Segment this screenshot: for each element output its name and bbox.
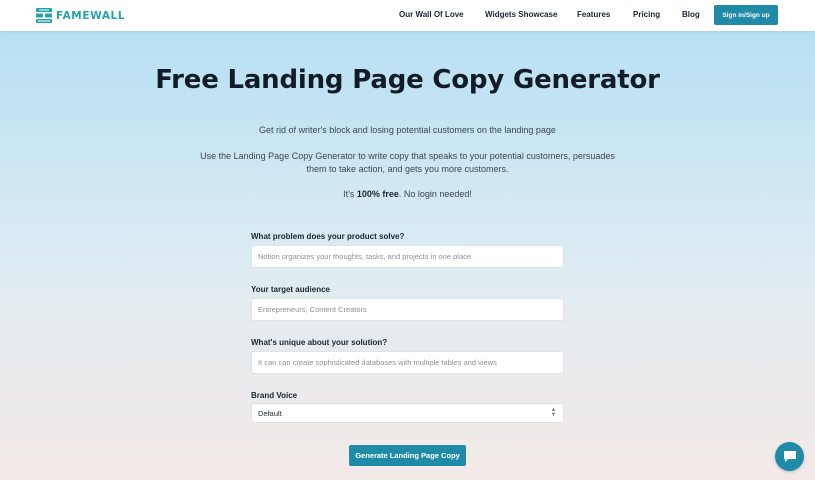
signin-button[interactable]: Sign in/Sign up (714, 5, 778, 25)
famewall-logo[interactable]: FAMEWALL (36, 8, 125, 23)
free-note-bold: 100% free (356, 189, 399, 199)
nav-link-pricing[interactable]: Pricing (633, 10, 660, 19)
hero-description-line2: them to take action, and gets you more c… (306, 164, 509, 174)
unique-label: What's unique about your solution? (251, 338, 388, 347)
audience-label: Your target audience (251, 285, 330, 294)
chat-icon (783, 451, 796, 462)
hero-description: Use the Landing Page Copy Generator to w… (0, 150, 815, 176)
famewall-logo-icon (36, 8, 52, 23)
unique-input[interactable] (251, 351, 564, 374)
hero-subtitle: Get rid of writer's block and losing pot… (259, 125, 556, 135)
brand-voice-label: Brand Voice (251, 391, 298, 400)
generate-copy-button[interactable]: Generate Landing Page Copy (349, 445, 466, 466)
audience-input[interactable] (251, 298, 564, 321)
chevron-updown-icon: ▲ ▼ (550, 407, 557, 418)
hero-description-line1: Use the Landing Page Copy Generator to w… (200, 151, 615, 161)
free-note: It's 100% free. No login needed! (0, 188, 815, 201)
brand-voice-select[interactable]: Default ▲ ▼ (251, 403, 564, 423)
free-note-suffix: . No login needed! (398, 189, 472, 199)
nav-link-widgets-showcase[interactable]: Widgets Showcase (485, 10, 557, 19)
problem-label: What problem does your product solve? (251, 232, 405, 241)
logo-text: FAMEWALL (56, 9, 126, 22)
brand-voice-value: Default (258, 408, 282, 418)
page-title: Free Landing Page Copy Generator (155, 65, 660, 95)
problem-input[interactable] (251, 245, 564, 268)
nav-link-wall-of-love[interactable]: Our Wall Of Love (399, 10, 464, 19)
chat-widget-button[interactable] (775, 442, 804, 471)
nav-link-blog[interactable]: Blog (682, 10, 700, 19)
free-note-prefix: It's (343, 189, 357, 199)
nav-link-features[interactable]: Features (577, 10, 610, 19)
navbar: FAMEWALL Our Wall Of Love Widgets Showca… (0, 0, 815, 31)
